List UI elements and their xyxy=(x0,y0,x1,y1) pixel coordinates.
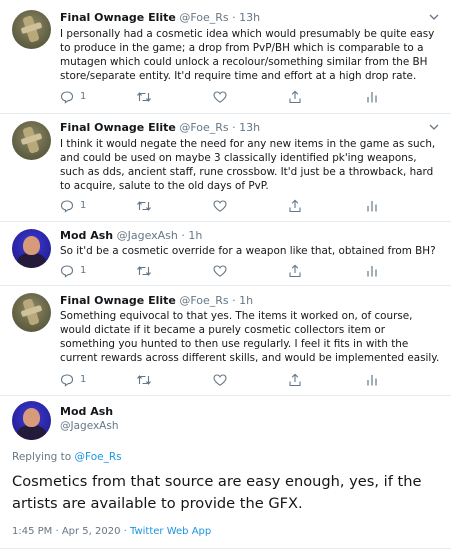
tweet-text: I think it would negate the need for any… xyxy=(60,138,436,192)
share-button[interactable] xyxy=(288,90,302,104)
retweet-button[interactable] xyxy=(136,90,152,104)
author-handle[interactable]: @Foe_Rs xyxy=(179,294,228,307)
reply-icon xyxy=(60,265,74,278)
tweet-meta: 1:45 PM · Apr 5, 2020 · Twitter Web App xyxy=(12,526,211,537)
author-name[interactable]: Mod Ash xyxy=(60,229,113,242)
tweet-text: I personally had a cosmetic idea which w… xyxy=(60,28,435,82)
author-name[interactable]: Mod Ash xyxy=(60,405,113,418)
reply-count: 1 xyxy=(80,265,87,276)
share-icon xyxy=(289,199,301,213)
tweet-actions: 1 xyxy=(60,264,390,278)
reply-button[interactable]: 1 xyxy=(60,199,86,213)
retweet-icon xyxy=(137,266,151,276)
chevron-down-icon[interactable] xyxy=(429,122,439,132)
divider xyxy=(0,113,451,114)
reply-button[interactable]: 1 xyxy=(60,90,86,104)
tweet-header: Final Ownage Elite @Foe_Rs · 13h xyxy=(60,121,260,134)
reply-count: 1 xyxy=(80,91,87,102)
tweet-client[interactable]: Twitter Web App xyxy=(130,526,211,537)
divider xyxy=(0,285,451,286)
share-button[interactable] xyxy=(288,199,302,213)
tweet-time[interactable]: · 1h xyxy=(232,294,253,307)
avatar[interactable] xyxy=(12,293,51,332)
reply-icon xyxy=(60,374,74,387)
replying-prefix: Replying to xyxy=(12,451,75,463)
like-icon xyxy=(213,374,227,386)
tweet-actions: 1 xyxy=(60,199,390,213)
analytics-button[interactable] xyxy=(366,90,378,104)
tweet-text: So it'd be a cosmetic override for a wea… xyxy=(60,245,436,257)
avatar[interactable] xyxy=(12,121,51,160)
like-button[interactable] xyxy=(213,199,227,213)
like-icon xyxy=(213,200,227,212)
like-button[interactable] xyxy=(213,90,227,104)
like-icon xyxy=(213,91,227,103)
tweet-time[interactable]: · 13h xyxy=(232,121,260,134)
avatar[interactable] xyxy=(12,401,51,440)
reply-icon xyxy=(60,200,74,213)
analytics-icon xyxy=(367,201,377,212)
analytics-button[interactable] xyxy=(366,373,378,387)
like-button[interactable] xyxy=(213,373,227,387)
tweet-text: Cosmetics from that source are easy enou… xyxy=(12,473,422,512)
divider xyxy=(0,221,451,222)
tweet-actions: 1 xyxy=(60,90,390,104)
reply-button[interactable]: 1 xyxy=(60,373,86,387)
analytics-button[interactable] xyxy=(366,199,378,213)
analytics-icon xyxy=(367,266,377,277)
tweet-text: Something equivocal to that yes. The ite… xyxy=(60,310,440,364)
author-handle[interactable]: @JagexAsh xyxy=(117,229,178,242)
reply-count: 1 xyxy=(80,200,87,211)
retweet-icon xyxy=(137,375,151,385)
retweet-icon xyxy=(137,92,151,102)
retweet-button[interactable] xyxy=(136,199,152,213)
tweet-timestamp[interactable]: 1:45 PM · Apr 5, 2020 · xyxy=(12,526,130,537)
divider xyxy=(0,548,451,549)
author-handle[interactable]: @JagexAsh xyxy=(60,420,119,432)
author-name[interactable]: Final Ownage Elite xyxy=(60,294,176,307)
share-button[interactable] xyxy=(288,264,302,278)
share-icon xyxy=(289,90,301,104)
retweet-button[interactable] xyxy=(136,264,152,278)
retweet-button[interactable] xyxy=(136,373,152,387)
chevron-down-icon[interactable] xyxy=(429,12,439,22)
share-icon xyxy=(289,264,301,278)
tweet-actions: 1 xyxy=(60,373,390,387)
author-name[interactable]: Final Ownage Elite xyxy=(60,11,176,24)
tweet-time[interactable]: · 13h xyxy=(232,11,260,24)
avatar[interactable] xyxy=(12,10,51,49)
author-handle[interactable]: @Foe_Rs xyxy=(179,11,228,24)
reply-button[interactable]: 1 xyxy=(60,264,86,278)
author-name[interactable]: Final Ownage Elite xyxy=(60,121,176,134)
retweet-icon xyxy=(137,201,151,211)
like-button[interactable] xyxy=(213,264,227,278)
avatar[interactable] xyxy=(12,229,51,268)
tweet-header: Final Ownage Elite @Foe_Rs · 1h xyxy=(60,294,253,307)
like-icon xyxy=(213,265,227,277)
analytics-button[interactable] xyxy=(366,264,378,278)
author-handle[interactable]: @Foe_Rs xyxy=(179,121,228,134)
analytics-icon xyxy=(367,375,377,386)
tweet-time[interactable]: · 1h xyxy=(181,229,202,242)
reply-count: 1 xyxy=(80,374,87,385)
divider xyxy=(0,395,451,396)
replying-to: Replying to @Foe_Rs xyxy=(12,451,122,463)
share-button[interactable] xyxy=(288,373,302,387)
tweet-header: Mod Ash @JagexAsh · 1h xyxy=(60,229,202,242)
reply-icon xyxy=(60,91,74,104)
tweet-header: Final Ownage Elite @Foe_Rs · 13h xyxy=(60,11,260,24)
replying-to-link[interactable]: @Foe_Rs xyxy=(75,451,122,463)
share-icon xyxy=(289,373,301,387)
analytics-icon xyxy=(367,92,377,103)
